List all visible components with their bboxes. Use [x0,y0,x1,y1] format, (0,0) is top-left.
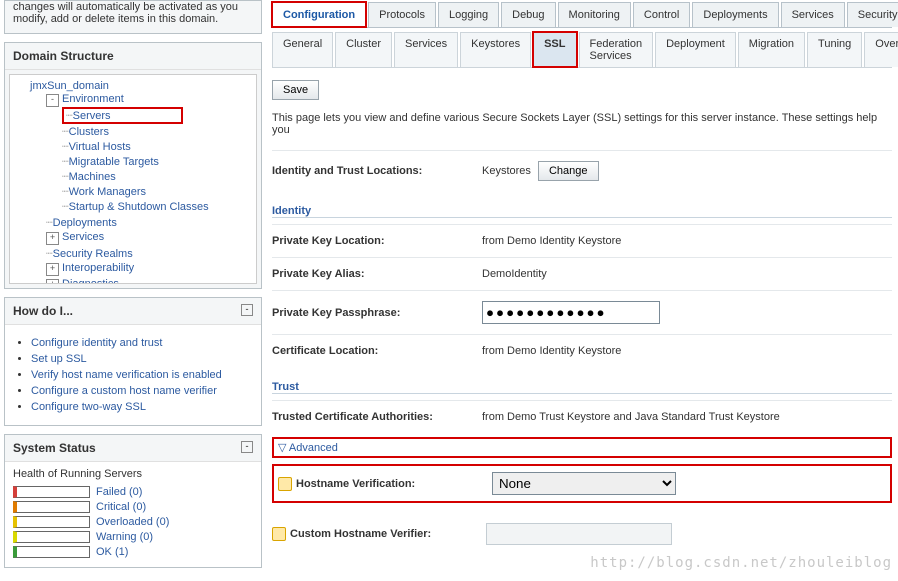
tab-deployments[interactable]: Deployments [692,2,778,27]
minimize-icon[interactable]: - [241,441,253,453]
save-button[interactable]: Save [272,80,319,100]
identity-trust-locations-value: Keystores [482,165,531,177]
private-key-alias-label: Private Key Alias: [272,268,482,280]
tree-node[interactable]: Machines [69,171,116,183]
subtab-services[interactable]: Services [394,32,458,67]
system-status-title: System Status [13,441,96,455]
expand-icon[interactable]: + [46,263,59,276]
tree-root[interactable]: jmxSun_domain [30,80,109,92]
advanced-toggle[interactable]: ▽ Advanced [278,442,338,454]
subtab-ssl[interactable]: SSL [533,32,576,67]
health-link[interactable]: OK (1) [96,546,128,558]
tab-configuration[interactable]: Configuration [272,2,366,27]
private-key-location-value: from Demo Identity Keystore [482,235,892,247]
health-bar [13,516,90,528]
health-link[interactable]: Failed (0) [96,486,142,498]
certificate-location-label: Certificate Location: [272,345,482,357]
subtab-keystores[interactable]: Keystores [460,32,531,67]
how-do-i-panel: How do I... - Configure identity and trus… [4,297,262,426]
subtab-deployment[interactable]: Deployment [655,32,736,67]
watermark-text: http://blog.csdn.net/zhouleiblog [590,555,892,571]
subtab-tuning[interactable]: Tuning [807,32,862,67]
minimize-icon[interactable]: - [241,304,253,316]
howto-link[interactable]: Set up SSL [31,353,87,365]
how-do-i-title: How do I... [13,304,73,318]
collapse-icon[interactable]: - [46,94,59,107]
tree-node[interactable]: Interoperability [62,262,134,274]
main-tabs: ConfigurationProtocolsLoggingDebugMonito… [272,2,892,68]
tab-protocols[interactable]: Protocols [368,2,436,27]
health-link[interactable]: Warning (0) [96,531,153,543]
tree-environment[interactable]: Environment [62,93,124,105]
tree-node[interactable]: Clusters [69,126,109,138]
page-description: This page lets you view and define vario… [272,112,892,136]
howto-link[interactable]: Configure a custom host name verifier [31,385,217,397]
private-key-location-label: Private Key Location: [272,235,482,247]
howto-link[interactable]: Verify host name verification is enabled [31,369,222,381]
health-link[interactable]: Critical (0) [96,501,146,513]
tree-node[interactable]: Security Realms [53,248,133,260]
expand-icon[interactable]: + [46,279,59,284]
subtab-general[interactable]: General [272,32,333,67]
health-bar [13,486,90,498]
trust-section-header: Trust [272,373,892,394]
hostname-verification-label: Hostname Verification: [296,478,492,490]
certificate-location-value: from Demo Identity Keystore [482,345,892,357]
property-icon [278,477,292,491]
tree-node[interactable]: Deployments [53,217,117,229]
tab-debug[interactable]: Debug [501,2,555,27]
hostname-verification-select[interactable]: None [492,472,676,495]
private-key-passphrase-label: Private Key Passphrase: [272,307,482,319]
domain-structure-panel: Domain Structure jmxSun_domain -Environm… [4,42,262,289]
subtab-migration[interactable]: Migration [738,32,805,67]
tree-node[interactable]: Servers [73,110,111,122]
subtab-overload[interactable]: Overload [864,32,898,67]
change-button[interactable]: Change [538,161,599,181]
howto-link[interactable]: Configure two-way SSL [31,401,146,413]
howto-link[interactable]: Configure identity and trust [31,337,162,349]
tree-node[interactable]: Virtual Hosts [69,141,131,153]
health-link[interactable]: Overloaded (0) [96,516,169,528]
tab-logging[interactable]: Logging [438,2,499,27]
tree-node[interactable]: Migratable Targets [69,156,159,168]
health-bar [13,546,90,558]
private-key-alias-value: DemoIdentity [482,268,892,280]
tab-security[interactable]: Security [847,2,898,27]
tab-monitoring[interactable]: Monitoring [558,2,631,27]
trusted-ca-value: from Demo Trust Keystore and Java Standa… [482,411,892,423]
health-bar [13,501,90,513]
custom-hostname-verifier-input[interactable] [486,523,672,545]
identity-trust-locations-label: Identity and Trust Locations: [272,165,482,177]
identity-section-header: Identity [272,197,892,218]
subtab-federation-services[interactable]: Federation Services [579,32,654,67]
custom-hostname-verifier-label: Custom Hostname Verifier: [290,528,486,540]
trusted-ca-label: Trusted Certificate Authorities: [272,411,482,423]
domain-structure-title: Domain Structure [5,43,261,70]
tree-node[interactable]: Work Managers [69,186,146,198]
change-center-note: changes will automatically be activated … [4,0,262,34]
private-key-passphrase-input[interactable] [482,301,660,324]
tab-services[interactable]: Services [781,2,845,27]
expand-icon[interactable]: + [46,232,59,245]
tree-node[interactable]: Diagnostics [62,278,119,284]
subtab-cluster[interactable]: Cluster [335,32,392,67]
tab-control[interactable]: Control [633,2,690,27]
pending-changes-text: changes will automatically be activated … [5,1,261,33]
health-subtitle: Health of Running Servers [13,468,253,480]
domain-tree[interactable]: jmxSun_domain -Environment ┈Servers┈Clus… [9,74,257,284]
tree-node[interactable]: Services [62,231,104,243]
system-status-panel: System Status - Health of Running Servers… [4,434,262,568]
property-icon [272,527,286,541]
health-bar [13,531,90,543]
tree-node[interactable]: Startup & Shutdown Classes [69,201,209,213]
